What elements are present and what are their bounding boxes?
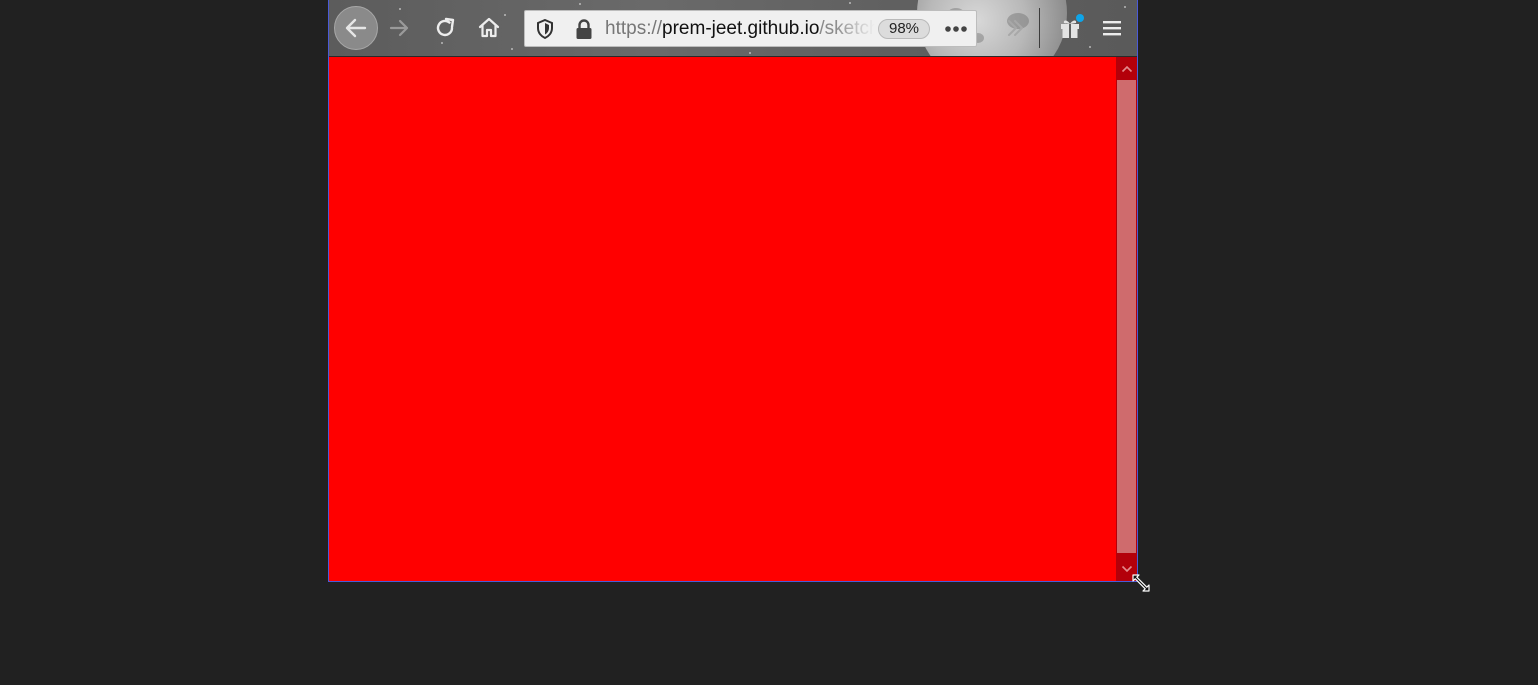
whats-new-button[interactable] xyxy=(1048,6,1092,50)
resize-cursor-icon xyxy=(1132,574,1150,592)
lock-icon[interactable] xyxy=(575,19,593,40)
notification-dot xyxy=(1076,14,1084,22)
forward-button[interactable] xyxy=(378,6,422,50)
home-icon xyxy=(478,17,500,38)
reload-icon xyxy=(436,17,455,37)
page-content[interactable] xyxy=(329,57,1116,581)
hamburger-menu-icon xyxy=(1103,21,1121,36)
chevron-down-icon xyxy=(1121,565,1132,573)
shield-icon[interactable] xyxy=(536,19,554,39)
forward-icon xyxy=(389,19,409,37)
browser-window[interactable]: https://prem-jeet.github.io/sketch 98% xyxy=(328,0,1138,582)
toolbar-divider xyxy=(1039,8,1040,48)
address-bar[interactable]: https://prem-jeet.github.io/sketch 98% xyxy=(524,10,977,47)
star-decoration xyxy=(511,48,513,50)
vertical-scrollbar[interactable] xyxy=(1116,57,1137,581)
url-fade-overlay xyxy=(835,13,875,45)
reload-button[interactable] xyxy=(423,6,467,50)
star-decoration xyxy=(579,3,581,5)
scroll-up-button[interactable] xyxy=(1116,57,1137,80)
star-decoration xyxy=(749,52,751,54)
url-scheme: https:// xyxy=(605,18,663,39)
navigation-toolbar: https://prem-jeet.github.io/sketch 98% xyxy=(329,0,1137,57)
home-button[interactable] xyxy=(467,6,511,50)
scroll-thumb[interactable] xyxy=(1117,80,1136,553)
star-decoration xyxy=(849,2,851,4)
more-actions-icon xyxy=(945,26,967,32)
zoom-level-badge[interactable]: 98% xyxy=(878,19,930,39)
chevron-right-icon xyxy=(1008,20,1023,36)
overflow-menu-button[interactable] xyxy=(993,6,1037,50)
url-host: prem-jeet.github.io xyxy=(662,18,820,39)
back-icon xyxy=(345,18,367,38)
page-actions-button[interactable] xyxy=(936,12,976,46)
back-button[interactable] xyxy=(334,6,378,50)
app-menu-button[interactable] xyxy=(1090,6,1134,50)
chevron-up-icon xyxy=(1121,65,1132,72)
desktop-background: https://prem-jeet.github.io/sketch 98% xyxy=(0,0,1538,685)
